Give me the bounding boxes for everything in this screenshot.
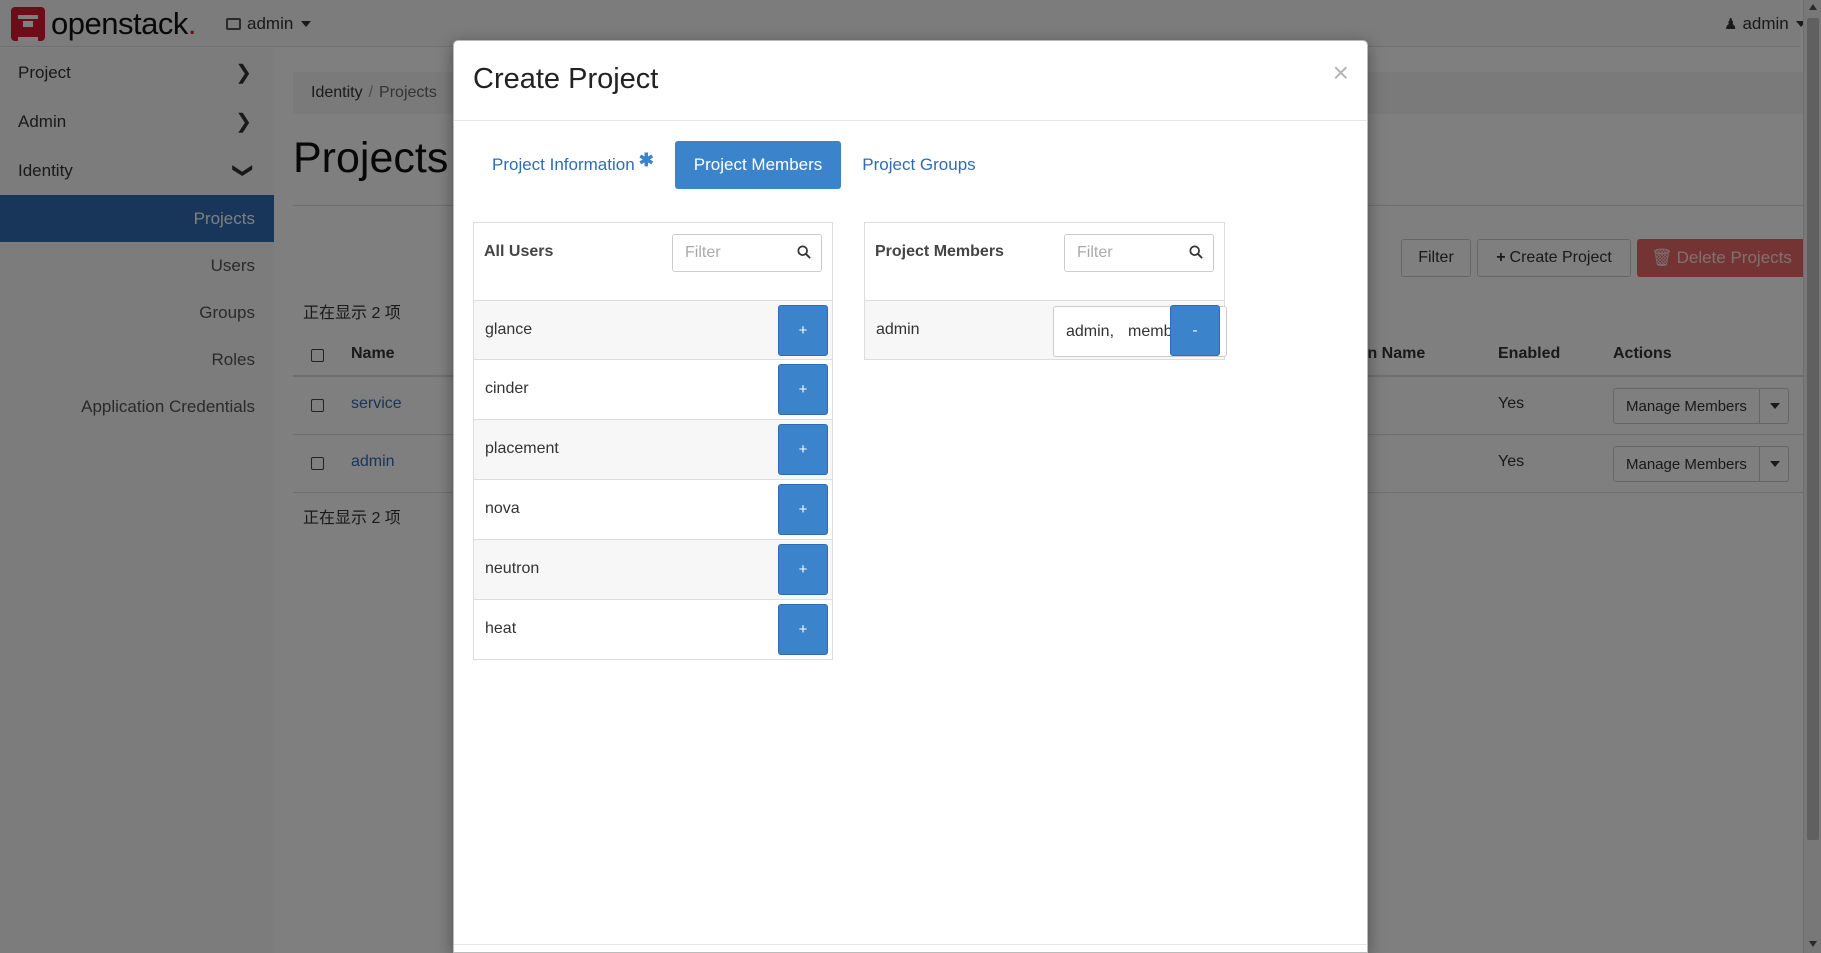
create-project-modal: Create Project × Project Information ✱ P… [453, 40, 1368, 953]
member-name: admin [876, 321, 920, 338]
role-value: admin, [1066, 322, 1115, 340]
user-name: nova [485, 500, 520, 517]
user-name: placement [485, 440, 559, 457]
required-asterisk-icon: ✱ [638, 149, 654, 170]
project-members-panel: Project Members admin admin, member - [864, 222, 1227, 360]
all-users-filter [672, 234, 822, 272]
project-members-title: Project Members [875, 243, 1004, 260]
all-users-filter-input[interactable] [673, 235, 793, 271]
modal-tabs: Project Information ✱ Project Members Pr… [473, 140, 997, 190]
tab-project-information[interactable]: Project Information ✱ [473, 141, 673, 189]
add-user-button[interactable]: + [778, 305, 828, 356]
modal-title: Create Project [473, 63, 659, 95]
list-item: heat + [473, 600, 833, 660]
tab-project-groups[interactable]: Project Groups [843, 141, 994, 189]
list-item: admin admin, member - [864, 300, 1227, 360]
close-icon[interactable]: × [1333, 57, 1349, 89]
user-name: neutron [485, 560, 540, 577]
modal-footer-divider [454, 944, 1367, 945]
user-name: glance [485, 321, 533, 338]
modal-header: Create Project × [454, 41, 1367, 121]
add-user-button[interactable]: + [778, 484, 828, 535]
add-user-button[interactable]: + [778, 544, 828, 595]
project-members-filter [1064, 234, 1214, 272]
list-item: cinder + [473, 360, 833, 420]
all-users-title: All Users [484, 243, 554, 260]
list-item: glance + [473, 300, 833, 360]
all-users-header: All Users [473, 222, 833, 282]
add-user-button[interactable]: + [778, 424, 828, 475]
add-user-button[interactable]: + [778, 604, 828, 655]
tab-project-members[interactable]: Project Members [674, 141, 842, 189]
project-members-header: Project Members [864, 222, 1225, 282]
list-item: nova + [473, 480, 833, 540]
project-members-filter-input[interactable] [1065, 235, 1185, 271]
remove-member-button[interactable]: - [1170, 305, 1220, 356]
user-name: heat [485, 620, 517, 637]
user-name: cinder [485, 380, 529, 397]
all-users-panel: All Users glance + cinder + placement + … [473, 222, 833, 660]
list-item: neutron + [473, 540, 833, 600]
list-item: placement + [473, 420, 833, 480]
add-user-button[interactable]: + [778, 364, 828, 415]
search-icon[interactable] [1189, 245, 1203, 259]
search-icon[interactable] [797, 245, 811, 259]
